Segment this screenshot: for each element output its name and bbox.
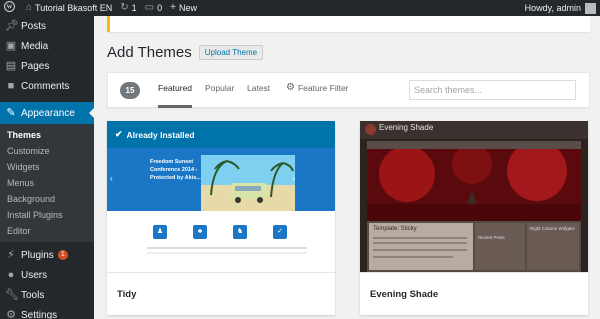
evening-shade-preview-header: Evening Shade — [360, 121, 588, 139]
evening-shade-preview-body: Template: Sticky Recent Posts Right Colu… — [367, 221, 581, 272]
sidebar-item-comments[interactable]: ■ Comments — [0, 76, 94, 96]
sidebar-item-label: Plugins — [21, 249, 54, 261]
sidebar-item-label: Appearance — [21, 107, 75, 119]
evening-shade-preview-recent-posts: Recent Posts — [478, 235, 505, 240]
feature-filter-label: Feature Filter — [297, 83, 349, 93]
theme-count: 15 — [120, 82, 140, 99]
thumb-icon: ✓ — [273, 225, 287, 239]
theme-name-tidy[interactable]: Tidy — [107, 272, 335, 315]
sidebar-item-label: Posts — [21, 20, 47, 32]
tidy-preview-photo — [201, 155, 295, 211]
tab-featured[interactable]: Featured — [158, 83, 193, 108]
refresh-icon: ↻ — [120, 2, 129, 13]
site-name-link[interactable]: ⌂ Tutorial Bkasoft EN — [22, 0, 116, 16]
tab-latest[interactable]: Latest — [247, 83, 270, 108]
tab-popular[interactable]: Popular — [205, 83, 234, 108]
sidebar-item-pages[interactable]: ▤ Pages — [0, 56, 94, 76]
tree-icon: ♣ — [193, 225, 207, 239]
media-icon: ▣ — [5, 39, 17, 52]
appearance-submenu: Themes Customize Widgets Menus Backgroun… — [0, 124, 94, 242]
page-icon: ▤ — [5, 59, 17, 72]
sidebar-item-label: Users — [21, 269, 48, 281]
updates-link[interactable]: ↻ 1 — [116, 0, 140, 16]
settings-icon: ⚙︎ — [6, 308, 16, 319]
admin-bar: W ⌂ Tutorial Bkasoft EN ↻ 1 ▭ 0 + New Ho… — [0, 0, 600, 16]
upload-theme-button[interactable]: Upload Theme — [198, 45, 264, 60]
tidy-preview-hero-text: Freedom Sunset Conference 2014 - Protect… — [150, 159, 201, 181]
sidebar-item-tools[interactable]: 🔧︎ Tools — [0, 285, 94, 305]
updates-count: 1 — [131, 3, 137, 13]
submenu-editor[interactable]: Editor — [0, 223, 94, 239]
sidebar-item-settings[interactable]: ⚙︎ Settings — [0, 305, 94, 319]
evening-shade-preview-nav — [367, 141, 581, 149]
evening-shade-preview: Evening Shade Template: Sticky Recent Po… — [360, 121, 588, 272]
theme-card-evening-shade[interactable]: Evening Shade Template: Sticky Recent Po… — [360, 121, 588, 315]
sidebar-item-label: Settings — [21, 309, 58, 319]
comments-count: 0 — [157, 3, 163, 13]
my-account-link[interactable]: Howdy, admin — [521, 0, 600, 16]
wordpress-icon: W — [4, 1, 15, 15]
page-header: Add Themes Upload Theme — [107, 44, 264, 61]
theme-card-tidy[interactable]: ✔ Already Installed Freedom Sunset Confe… — [107, 121, 335, 315]
wrench-icon: 🔧︎ — [5, 288, 19, 301]
sidebar-item-appearance[interactable]: ✎ Appearance — [0, 102, 94, 124]
gear-icon: ⚙︎ — [286, 82, 295, 93]
people-icon: ♞ — [233, 225, 247, 239]
sidebar-item-label: Media — [21, 40, 49, 52]
evening-shade-preview-post-title: Template: Sticky — [373, 226, 417, 232]
sidebar-item-label: Tools — [21, 289, 45, 301]
sidebar-item-label: Comments — [21, 80, 70, 92]
plus-icon: + — [170, 2, 176, 13]
sidebar-item-users[interactable]: ● Users — [0, 265, 94, 285]
theme-filter-bar: 15 Featured Popular Latest ⚙︎ Feature Fi… — [107, 72, 590, 108]
comment-icon: ▭ — [144, 2, 155, 13]
comment-icon: ■ — [7, 79, 15, 92]
submenu-install-plugins[interactable]: Install Plugins — [0, 207, 94, 223]
svg-text:W: W — [6, 5, 12, 11]
person-icon: ♟ — [153, 225, 167, 239]
check-icon: ✔ — [115, 129, 123, 139]
submenu-customize[interactable]: Customize — [0, 143, 94, 159]
user-icon: ● — [7, 268, 15, 281]
evening-shade-logo-icon — [365, 124, 376, 135]
theme-screenshot[interactable]: Evening Shade Template: Sticky Recent Po… — [360, 121, 588, 272]
wordpress-logo[interactable]: W — [0, 0, 22, 16]
sidebar-item-label: Pages — [21, 60, 50, 72]
slider-prev-icon: ‹ — [110, 174, 113, 183]
submenu-widgets[interactable]: Widgets — [0, 159, 94, 175]
submenu-menus[interactable]: Menus — [0, 175, 94, 191]
tidy-preview-tiles: ♟ ♣ ♞ ✓ — [107, 211, 335, 272]
admin-notice — [107, 16, 590, 32]
search-themes-input[interactable] — [409, 80, 576, 100]
plug-icon: ⚡︎ — [7, 248, 15, 261]
submenu-background[interactable]: Background — [0, 191, 94, 207]
evening-shade-preview-hero — [367, 149, 581, 221]
brush-icon: ✎ — [6, 106, 16, 119]
pin-icon: 📌︎ — [5, 19, 19, 32]
main-content: Add Themes Upload Theme 15 Featured Popu… — [94, 16, 600, 319]
site-name: Tutorial Bkasoft EN — [35, 3, 113, 13]
already-installed-banner: ✔ Already Installed — [107, 121, 335, 148]
evening-shade-preview-title: Evening Shade — [379, 123, 434, 132]
theme-name-evening-shade[interactable]: Evening Shade — [360, 272, 588, 315]
tidy-preview-hero: Freedom Sunset Conference 2014 - Protect… — [107, 148, 335, 211]
slider-next-icon: › — [292, 174, 295, 183]
feature-filter-link[interactable]: ⚙︎ Feature Filter — [286, 83, 349, 108]
howdy-text: Howdy, admin — [524, 3, 581, 13]
sidebar-item-posts[interactable]: 📌︎ Posts — [0, 16, 94, 36]
installed-label: Already Installed — [126, 129, 195, 140]
new-content-link[interactable]: + New — [166, 0, 201, 16]
page-title: Add Themes — [107, 44, 192, 61]
avatar — [585, 2, 596, 14]
comments-link[interactable]: ▭ 0 — [141, 0, 166, 16]
sidebar-item-media[interactable]: ▣ Media — [0, 36, 94, 56]
new-label: New — [178, 3, 197, 13]
evening-shade-preview-sidebar-title: Right Column Widgets — [530, 226, 575, 231]
plugins-update-badge: 1 — [57, 250, 68, 260]
admin-sidebar: 📌︎ Posts ▣ Media ▤ Pages ■ Comments ✎ Ap… — [0, 16, 94, 319]
submenu-themes[interactable]: Themes — [0, 127, 94, 143]
sidebar-item-plugins[interactable]: ⚡︎ Plugins 1 — [0, 245, 94, 265]
home-icon: ⌂ — [26, 2, 33, 13]
